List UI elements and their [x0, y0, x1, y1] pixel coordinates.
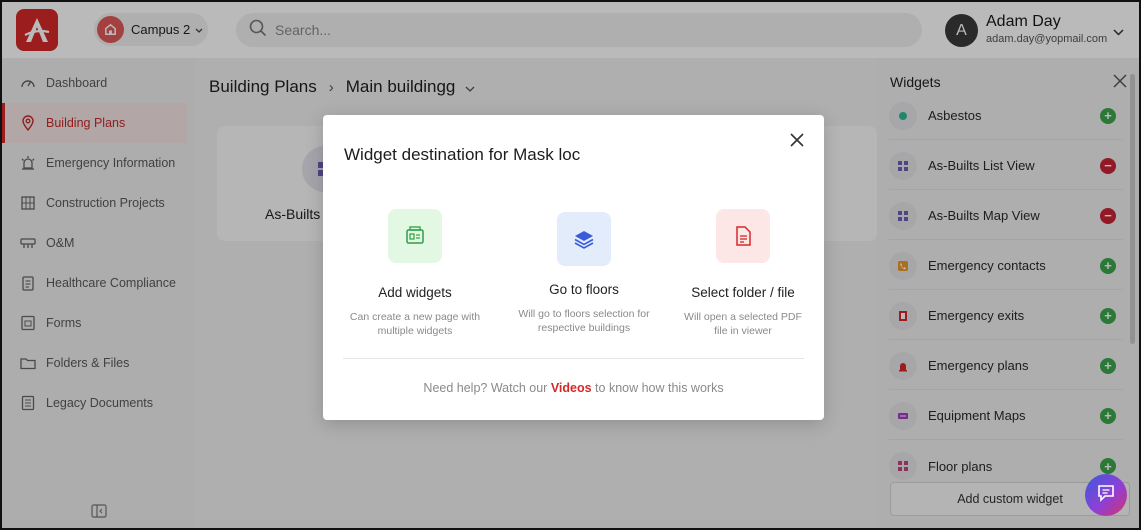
help-prefix: Need help? Watch our [423, 381, 551, 395]
chat-icon [1096, 483, 1116, 508]
option-title: Select folder / file [691, 285, 795, 300]
widget-destination-modal: Widget destination for Mask loc Add widg… [323, 115, 824, 420]
option-title: Add widgets [378, 285, 452, 300]
layers-icon [557, 212, 611, 266]
option-description: Can create a new page with multiple widg… [349, 311, 481, 337]
option-go-to-floors[interactable]: Go to floors Will go to floors selection… [504, 212, 664, 335]
option-title: Go to floors [549, 282, 619, 297]
divider [343, 358, 804, 359]
option-add-widgets[interactable]: Add widgets Can create a new page with m… [335, 209, 495, 338]
app-window: Campus 2 A Adam Day adam.day@yopmail.com… [0, 0, 1141, 530]
modal-title: Widget destination for Mask loc [344, 145, 581, 164]
close-icon[interactable] [790, 133, 806, 149]
option-description: Will open a selected PDF file in viewer [684, 311, 802, 337]
videos-link[interactable]: Videos [551, 381, 592, 395]
help-suffix: to know how this works [591, 381, 724, 395]
file-icon [716, 209, 770, 263]
chat-button[interactable] [1085, 474, 1127, 516]
widgets-icon [388, 209, 442, 263]
help-text: Need help? Watch our Videos to know how … [323, 381, 824, 395]
option-select-folder-file[interactable]: Select folder / file Will open a selecte… [663, 209, 823, 338]
option-description: Will go to floors selection for respecti… [518, 308, 650, 334]
